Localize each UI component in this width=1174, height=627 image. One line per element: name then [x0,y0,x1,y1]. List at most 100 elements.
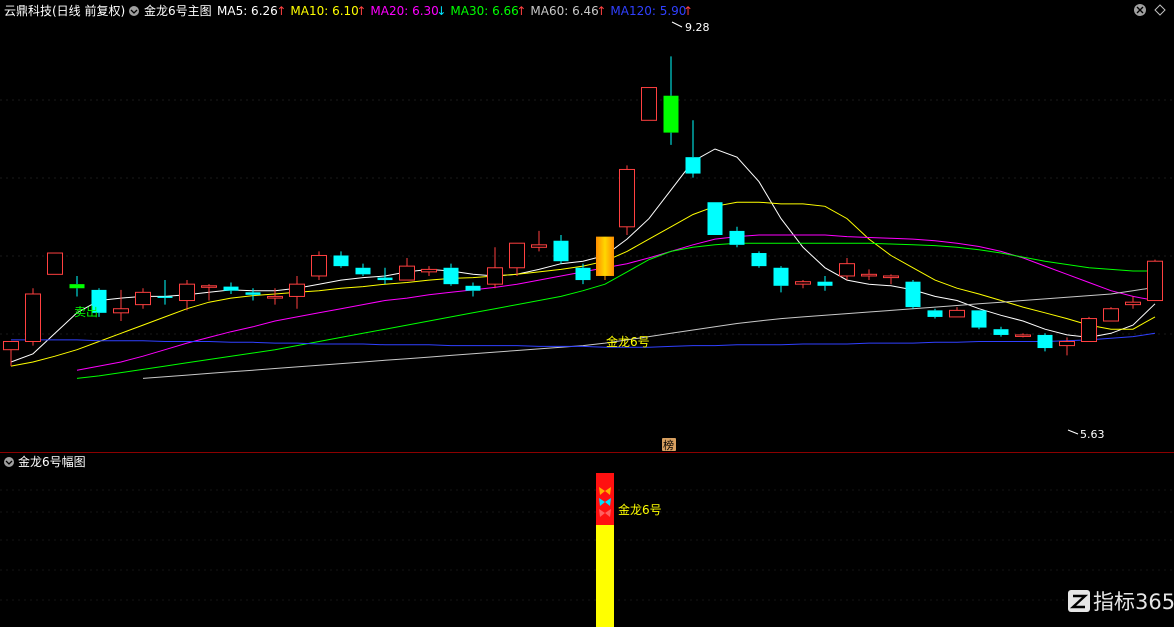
candle-body [47,252,63,275]
candle[interactable] [113,289,129,322]
candle[interactable] [971,310,987,330]
candle[interactable] [861,269,877,281]
ma-trend-arrow: ↑ [596,4,606,18]
candle[interactable] [707,202,723,235]
candle[interactable] [663,56,679,145]
candle[interactable] [465,282,481,297]
candle[interactable] [311,251,327,281]
candle[interactable] [795,280,811,289]
candle[interactable] [905,280,921,309]
candle-body [1037,334,1053,349]
candle[interactable] [1037,333,1053,352]
main-title: 金龙6号主图 [144,3,212,18]
candle-body [311,254,327,277]
candle[interactable] [553,235,569,264]
high-label: 9.28 [685,21,710,34]
sub-signal-label: 金龙6号 [618,502,662,517]
candle-body [509,242,525,269]
candle[interactable] [751,251,767,268]
candle-body [1015,334,1031,337]
sub-bar-top [596,473,614,525]
menu-toggle-icon[interactable] [129,6,139,16]
candle-body [421,268,437,273]
candle-body [69,284,85,289]
candle-body [399,265,415,281]
candle-body [795,281,811,285]
low-pointer [1067,429,1079,435]
candle-body [905,281,921,308]
candle[interactable] [1125,296,1141,309]
candle[interactable] [355,263,371,276]
candle[interactable] [949,307,965,318]
candle[interactable] [69,275,85,297]
candle-body [685,157,701,174]
candle-body [883,275,899,279]
candle-body [333,255,349,267]
ma-trend-arrow: ↑ [276,4,286,18]
candle-body [135,291,151,306]
candle[interactable] [509,242,525,276]
high-pointer [671,21,683,28]
candle-body [3,341,19,351]
candle-body [1125,301,1141,306]
candle-body [707,202,723,235]
candle-body [949,309,965,318]
candle[interactable] [993,326,1009,337]
candle[interactable] [729,226,745,248]
candle[interactable] [201,284,217,301]
candle[interactable] [1147,259,1163,302]
candle-body [531,244,547,248]
candle[interactable] [883,274,899,285]
chart-stage: 9.28 5.63 卖出 金龙6号 榜 云鼎科技(日线 前复权) 金龙6号主图 … [0,3,1174,627]
annotations: 9.28 5.63 卖出 金龙6号 榜 [74,21,1105,452]
candle-body-signal [596,236,614,276]
candle[interactable] [179,280,195,311]
ma-legend-item: MA5: 6.26 [217,4,278,18]
candle-body [993,329,1009,335]
low-label: 5.63 [1080,428,1105,441]
candle[interactable] [443,263,459,286]
candle-body [179,283,195,302]
candle[interactable] [1015,333,1031,338]
candle-body [355,267,371,275]
candle[interactable] [333,251,349,268]
candle[interactable] [773,266,789,293]
candle-body [465,285,481,291]
candle[interactable] [619,165,635,235]
candle[interactable] [531,230,547,252]
candle[interactable] [1081,316,1097,342]
candle[interactable] [157,280,173,305]
ma-legend: MA5: 6.26↑ MA10: 6.10↑ MA20: 6.30↓ MA30: 6.… [217,4,693,18]
ma-legend-item: MA10: 6.10 [290,4,358,18]
candle[interactable] [421,266,437,276]
candle-body [443,267,459,285]
candle[interactable] [685,120,701,178]
candle[interactable] [399,257,415,281]
candle[interactable] [927,308,943,319]
diamond-icon[interactable] [1154,4,1166,16]
candle[interactable] [641,87,657,121]
candle[interactable] [47,252,63,275]
candle[interactable] [596,236,614,281]
candle-body [619,168,635,228]
candle[interactable] [25,288,41,346]
watermark: 指标365 [1068,590,1174,614]
candle[interactable] [289,275,305,309]
candle[interactable] [817,275,833,291]
candle-body [487,267,503,285]
main-grid [0,99,1174,335]
ma-legend-item: MA20: 6.30 [370,4,438,18]
candle[interactable] [135,288,151,309]
candle[interactable] [1103,307,1119,322]
candle-body [377,277,393,281]
candle-body [1081,318,1097,342]
rank-badge-text: 榜 [663,438,674,452]
ma-legend-item: MA120: 5.90 [610,4,686,18]
candle[interactable] [223,282,239,294]
signal-label: 金龙6号 [606,334,650,349]
candle[interactable] [3,341,19,367]
candle-body [663,95,679,133]
sub-toggle-icon[interactable] [4,457,14,467]
candle[interactable] [487,247,503,289]
candles[interactable] [3,56,1163,367]
